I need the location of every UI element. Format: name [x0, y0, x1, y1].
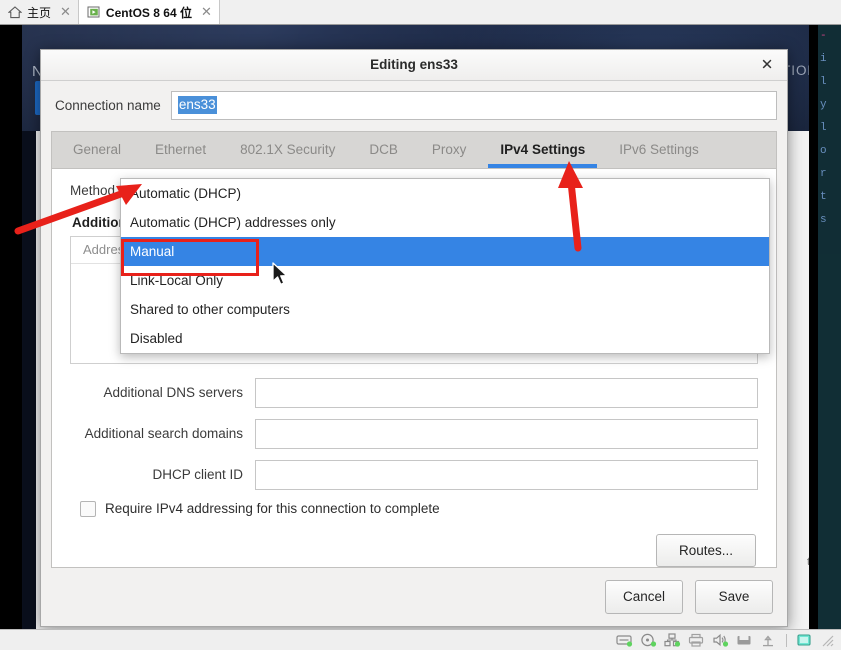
dns-servers-input[interactable]: [255, 377, 758, 408]
tab-ipv4-settings[interactable]: IPv4 Settings: [483, 132, 602, 168]
dialog-title: Editing ens33: [370, 57, 458, 73]
dropdown-item-manual[interactable]: Manual: [121, 237, 769, 266]
vm-tab-centos-close-icon[interactable]: ✕: [201, 4, 212, 20]
search-domains-label: Additional search domains: [84, 426, 243, 442]
field-row-search-domains: Additional search domains: [70, 418, 758, 449]
connection-name-input[interactable]: ens33: [170, 90, 777, 120]
dhcp-client-id-input[interactable]: [255, 459, 758, 490]
connection-name-row: Connection name ens33: [51, 90, 777, 120]
dropdown-item-disabled[interactable]: Disabled: [121, 324, 769, 353]
vmware-status-bar: [0, 629, 841, 650]
vmware-tab-bar: 主页 ✕ CentOS 8 64 位 ✕: [0, 0, 841, 25]
save-button[interactable]: Save: [695, 579, 773, 614]
connection-name-label: Connection name: [55, 97, 161, 113]
terminal-char: r: [820, 168, 827, 180]
field-row-dns: Additional DNS servers: [70, 377, 758, 408]
tab-label: DCB: [369, 142, 398, 158]
resize-grip-icon[interactable]: [820, 633, 835, 648]
dropdown-item-automatic-dhcp[interactable]: Automatic (DHCP): [121, 179, 769, 208]
vm-tab-home[interactable]: 主页 ✕: [0, 0, 79, 24]
vm-icon: [87, 6, 101, 19]
tab-label: IPv6 Settings: [619, 142, 699, 158]
tab-8021x-security[interactable]: 802.1X Security: [223, 132, 352, 168]
terminal-char: i: [820, 53, 827, 65]
routes-button[interactable]: Routes...: [656, 533, 756, 567]
tab-general[interactable]: General: [56, 132, 138, 168]
message-icon[interactable]: [796, 633, 813, 648]
floppy-icon[interactable]: [736, 633, 753, 648]
terminal-char: l: [820, 122, 827, 134]
field-row-dhcp-client-id: DHCP client ID: [70, 459, 758, 490]
terminal-char: l: [820, 76, 827, 88]
status-separator: [786, 633, 787, 647]
require-ipv4-row[interactable]: Require IPv4 addressing for this connect…: [80, 500, 758, 517]
vmware-window: 主页 ✕ CentOS 8 64 位 ✕ NETWORK & HOST NAME…: [0, 0, 841, 650]
require-ipv4-checkbox[interactable]: [80, 500, 96, 517]
dialog-title-bar: Editing ens33 ✕: [41, 50, 787, 81]
terminal-char: -: [820, 30, 827, 42]
vm-tab-centos-label: CentOS 8 64 位: [105, 5, 192, 20]
tab-dcb[interactable]: DCB: [352, 132, 415, 168]
tab-label: 802.1X Security: [240, 142, 336, 158]
terminal-char: s: [820, 214, 827, 226]
network-icon[interactable]: [664, 632, 681, 648]
tab-ethernet[interactable]: Ethernet: [138, 132, 223, 168]
tab-label: Ethernet: [155, 142, 207, 158]
dropdown-item-link-local-only[interactable]: Link-Local Only: [121, 266, 769, 295]
tab-label: Proxy: [431, 142, 467, 158]
usb-icon[interactable]: [760, 633, 777, 648]
dialog-footer: Cancel Save: [41, 568, 787, 626]
vm-tab-home-label: 主页: [27, 5, 52, 20]
terminal-char: o: [820, 145, 827, 157]
tab-label: IPv4 Settings: [500, 142, 586, 158]
routes-row: Routes...: [70, 533, 758, 567]
connection-name-value: ens33: [177, 96, 217, 115]
method-dropdown-list[interactable]: Automatic (DHCP) Automatic (DHCP) addres…: [120, 178, 770, 354]
require-ipv4-label: Require IPv4 addressing for this connect…: [105, 501, 440, 517]
home-icon: [8, 5, 22, 19]
dropdown-item-automatic-dhcp-addresses-only[interactable]: Automatic (DHCP) addresses only: [121, 208, 769, 237]
sound-icon[interactable]: [712, 633, 729, 648]
dropdown-item-shared-to-other-computers[interactable]: Shared to other computers: [121, 295, 769, 324]
tab-proxy[interactable]: Proxy: [415, 132, 484, 168]
vm-tab-centos[interactable]: CentOS 8 64 位 ✕: [78, 0, 220, 24]
terminal-char: y: [820, 99, 827, 111]
settings-tab-strip: General Ethernet 802.1X Security DCB Pro…: [51, 130, 777, 168]
dns-servers-label: Additional DNS servers: [103, 385, 243, 401]
vm-tab-home-close-icon[interactable]: ✕: [60, 4, 71, 20]
installer-panel-gutter: [22, 131, 36, 629]
tab-ipv6-settings[interactable]: IPv6 Settings: [602, 132, 716, 168]
terminal-char: t: [820, 191, 827, 203]
terminal-strip: - i l y l o r t s: [818, 25, 841, 629]
cancel-button[interactable]: Cancel: [605, 579, 683, 614]
tab-label: General: [73, 142, 122, 158]
cdrom-icon[interactable]: [640, 633, 657, 648]
screen-right-gutter: [809, 25, 818, 629]
dhcp-client-id-label: DHCP client ID: [152, 467, 243, 483]
search-domains-input[interactable]: [255, 418, 758, 449]
close-icon[interactable]: ✕: [758, 57, 776, 72]
harddisk-icon[interactable]: [616, 633, 633, 648]
extra-fields: Additional DNS servers Additional search…: [70, 377, 758, 490]
printer-icon[interactable]: [688, 633, 705, 648]
